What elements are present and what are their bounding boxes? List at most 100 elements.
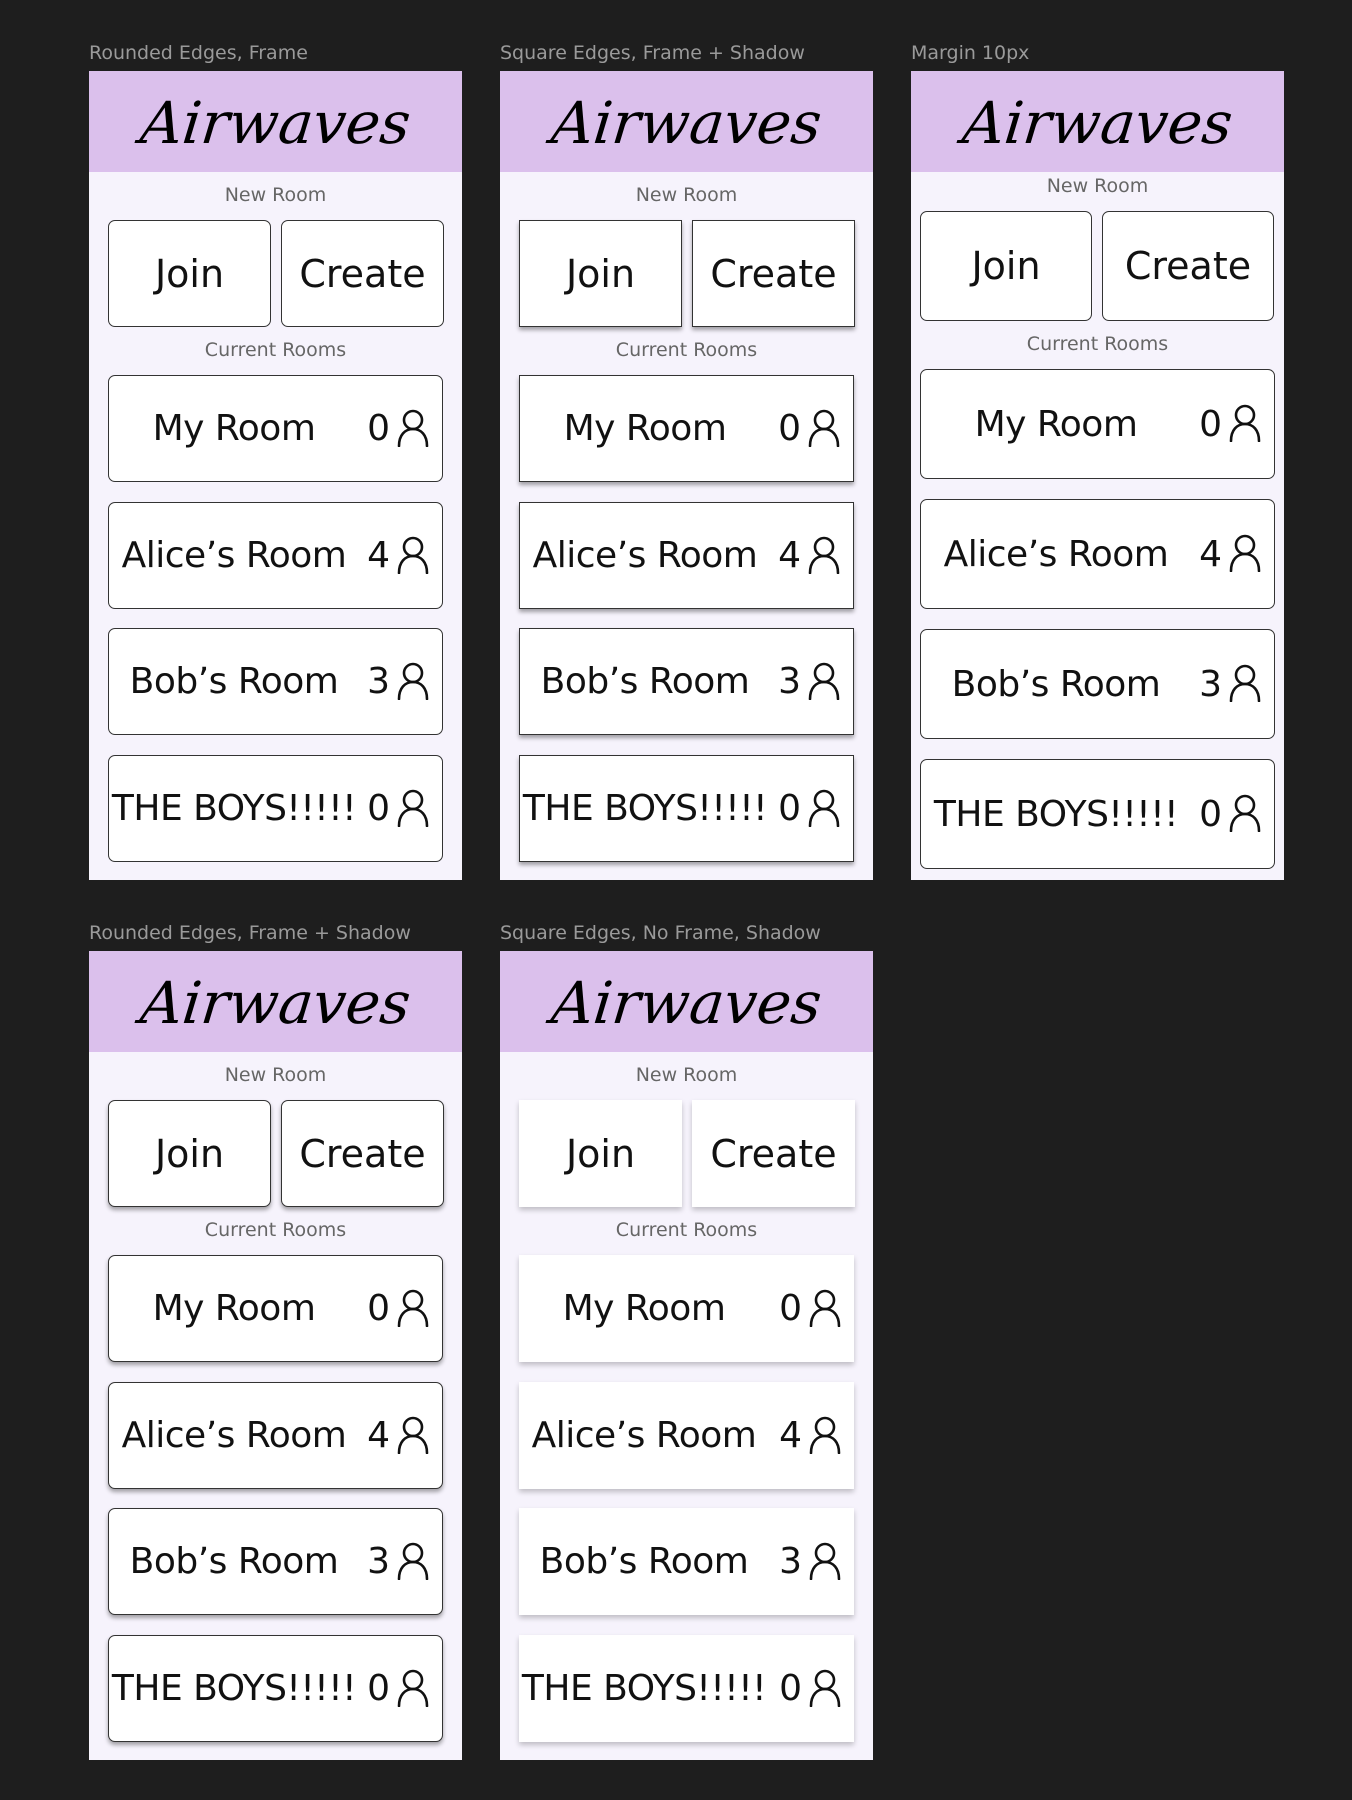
room-name: Alice’s Room [121, 1415, 347, 1456]
frame-caption: Margin 10px [911, 42, 1030, 64]
room-name: THE BOYS!!!!! [522, 788, 768, 829]
create-button[interactable]: Create [281, 1100, 444, 1207]
room-user-count: 4 [367, 535, 390, 576]
room-name: Alice’s Room [531, 1415, 757, 1456]
app-logo: Airwaves [959, 88, 1236, 157]
room-card[interactable]: My Room 0 [108, 375, 443, 482]
create-button[interactable]: Create [1102, 211, 1274, 321]
current-rooms-heading: Current Rooms [204, 1219, 347, 1241]
person-icon [808, 1542, 842, 1580]
room-user-count: 3 [1199, 663, 1222, 705]
room-name: Alice’s Room [943, 533, 1169, 575]
room-card[interactable]: Alice’s Room 4 [108, 1382, 443, 1489]
join-button[interactable]: Join [920, 211, 1092, 321]
room-card[interactable]: My Room 0 [108, 1255, 443, 1362]
room-card[interactable]: Bob’s Room 3 [108, 628, 443, 735]
room-name: THE BOYS!!!!! [521, 1668, 767, 1709]
app-frame: Airwaves New Room Join Create Current Rooms M… [500, 951, 873, 1760]
room-card[interactable]: Alice’s Room 4 [108, 502, 443, 609]
room-user-count: 0 [367, 788, 390, 829]
room-name: My Room [563, 408, 727, 449]
person-icon [396, 789, 430, 827]
app-frame: Airwaves New Room Join Create Current Rooms M… [89, 71, 462, 880]
join-button[interactable]: Join [108, 1100, 271, 1207]
person-icon [807, 409, 841, 447]
app-frame: Airwaves New Room Join Create Current Rooms M… [500, 71, 873, 880]
room-user-count: 3 [367, 661, 390, 702]
person-icon [808, 1669, 842, 1707]
new-room-heading: New Room [1046, 175, 1149, 197]
new-room-heading: New Room [635, 1064, 738, 1086]
room-card[interactable]: Bob’s Room 3 [519, 1508, 854, 1615]
room-name: My Room [152, 1288, 316, 1329]
room-user-count: 3 [778, 661, 801, 702]
room-card[interactable]: My Room 0 [519, 375, 854, 482]
room-card[interactable]: Alice’s Room 4 [519, 502, 854, 609]
room-card[interactable]: THE BOYS!!!!! 0 [920, 759, 1275, 869]
current-rooms-heading: Current Rooms [615, 339, 758, 361]
person-icon [396, 662, 430, 700]
person-icon [807, 789, 841, 827]
frame-caption: Square Edges, Frame + Shadow [500, 42, 805, 64]
new-room-heading: New Room [224, 1064, 327, 1086]
app-header: Airwaves [89, 71, 462, 172]
room-card[interactable]: THE BOYS!!!!! 0 [519, 1635, 854, 1742]
frame-caption: Rounded Edges, Frame [89, 42, 308, 64]
person-icon [396, 409, 430, 447]
room-card[interactable]: Bob’s Room 3 [920, 629, 1275, 739]
room-user-count: 4 [367, 1415, 390, 1456]
join-button[interactable]: Join [108, 220, 271, 327]
person-icon [1228, 794, 1262, 833]
app-header: Airwaves [911, 71, 1284, 172]
room-name: Bob’s Room [951, 663, 1161, 705]
app-frame: Airwaves New Room Join Create Current Rooms M… [89, 951, 462, 1760]
app-logo: Airwaves [548, 968, 825, 1037]
current-rooms-heading: Current Rooms [204, 339, 347, 361]
app-header: Airwaves [89, 951, 462, 1052]
room-user-count: 4 [779, 1415, 802, 1456]
room-name: Bob’s Room [540, 661, 750, 702]
join-button[interactable]: Join [519, 220, 682, 327]
room-user-count: 0 [779, 1668, 802, 1709]
person-icon [807, 536, 841, 574]
person-icon [396, 1669, 430, 1707]
person-icon [396, 1416, 430, 1454]
room-card[interactable]: THE BOYS!!!!! 0 [519, 755, 854, 862]
room-card[interactable]: My Room 0 [519, 1255, 854, 1362]
room-card[interactable]: THE BOYS!!!!! 0 [108, 1635, 443, 1742]
person-icon [396, 1542, 430, 1580]
room-user-count: 0 [778, 408, 801, 449]
new-room-heading: New Room [635, 184, 738, 206]
room-user-count: 0 [367, 408, 390, 449]
room-name: Bob’s Room [539, 1541, 749, 1582]
room-user-count: 0 [779, 1288, 802, 1329]
room-name: Alice’s Room [532, 535, 758, 576]
room-card[interactable]: My Room 0 [920, 369, 1275, 479]
join-button[interactable]: Join [519, 1100, 682, 1207]
room-name: THE BOYS!!!!! [111, 1668, 357, 1709]
frame-caption: Rounded Edges, Frame + Shadow [89, 922, 411, 944]
room-card[interactable]: THE BOYS!!!!! 0 [108, 755, 443, 862]
room-card[interactable]: Bob’s Room 3 [108, 1508, 443, 1615]
create-button[interactable]: Create [692, 220, 855, 327]
room-user-count: 0 [1199, 793, 1222, 835]
current-rooms-heading: Current Rooms [615, 1219, 758, 1241]
room-name: Bob’s Room [129, 1541, 339, 1582]
room-card[interactable]: Bob’s Room 3 [519, 628, 854, 735]
room-name: Alice’s Room [121, 535, 347, 576]
person-icon [808, 1416, 842, 1454]
create-button[interactable]: Create [692, 1100, 855, 1207]
room-name: THE BOYS!!!!! [933, 793, 1179, 835]
room-name: My Room [562, 1288, 726, 1329]
person-icon [1228, 404, 1262, 443]
room-card[interactable]: Alice’s Room 4 [920, 499, 1275, 609]
room-user-count: 4 [778, 535, 801, 576]
room-user-count: 0 [1199, 403, 1222, 445]
app-logo: Airwaves [137, 968, 414, 1037]
room-user-count: 0 [778, 788, 801, 829]
create-button[interactable]: Create [281, 220, 444, 327]
person-icon [808, 1289, 842, 1327]
current-rooms-heading: Current Rooms [1026, 333, 1169, 355]
room-name: Bob’s Room [129, 661, 339, 702]
room-card[interactable]: Alice’s Room 4 [519, 1382, 854, 1489]
